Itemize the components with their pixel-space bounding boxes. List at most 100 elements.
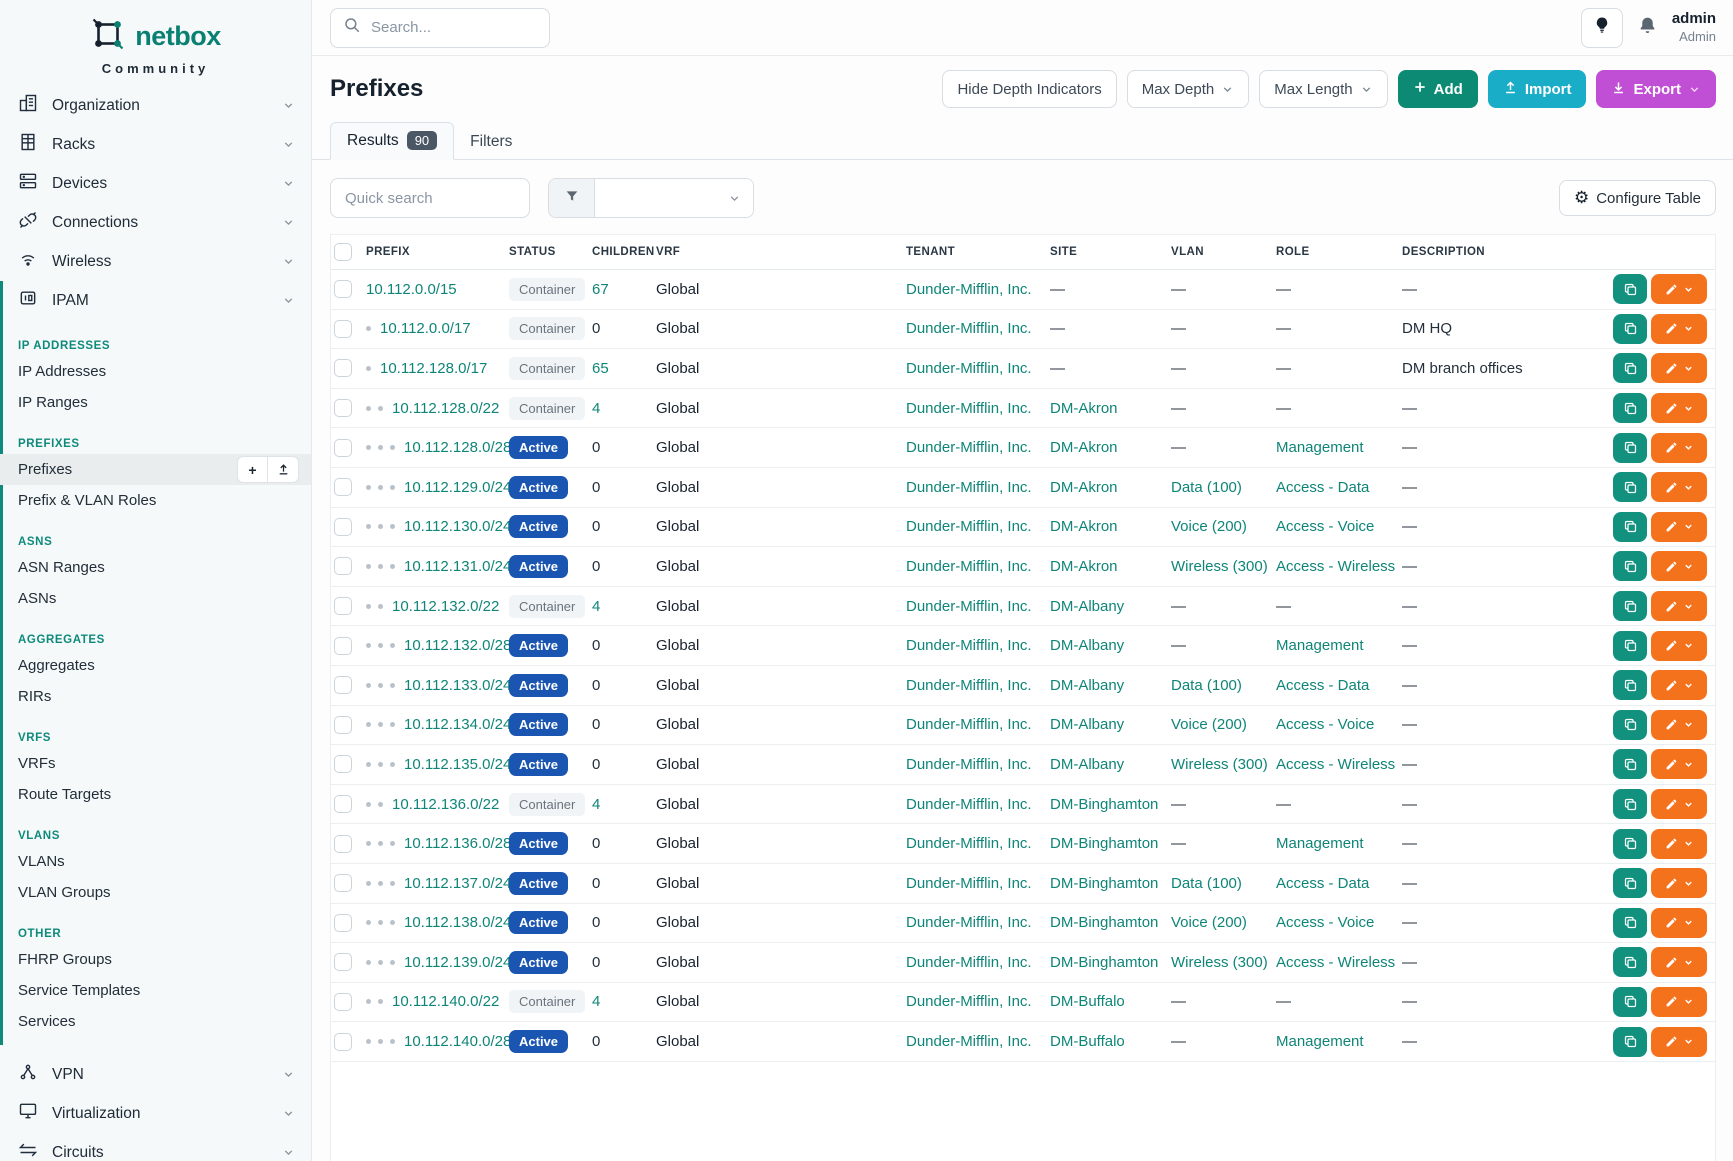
- tenant-link[interactable]: Dunder-Mifflin, Inc.: [906, 1033, 1032, 1050]
- row-checkbox[interactable]: [334, 518, 352, 536]
- vlan-link[interactable]: Voice (200): [1171, 716, 1247, 733]
- row-checkbox[interactable]: [334, 676, 352, 694]
- copy-button[interactable]: [1613, 591, 1647, 621]
- site-link[interactable]: DM-Albany: [1050, 637, 1124, 654]
- edit-button[interactable]: [1651, 314, 1707, 344]
- select-all-checkbox[interactable]: [334, 243, 352, 261]
- filter-select[interactable]: [595, 179, 753, 217]
- copy-button[interactable]: [1613, 1027, 1647, 1057]
- column-header-description[interactable]: DESCRIPTION: [1402, 246, 1599, 258]
- children-link[interactable]: 4: [592, 400, 600, 417]
- tenant-link[interactable]: Dunder-Mifflin, Inc.: [906, 796, 1032, 813]
- column-header-role[interactable]: ROLE: [1276, 246, 1402, 258]
- sidebar-item-asn-ranges[interactable]: ASN Ranges: [0, 552, 311, 583]
- site-link[interactable]: DM-Akron: [1050, 400, 1118, 417]
- tenant-link[interactable]: Dunder-Mifflin, Inc.: [906, 598, 1032, 615]
- theme-toggle-button[interactable]: [1581, 8, 1623, 48]
- copy-button[interactable]: [1613, 670, 1647, 700]
- children-link[interactable]: 4: [592, 993, 600, 1010]
- tenant-link[interactable]: Dunder-Mifflin, Inc.: [906, 360, 1032, 377]
- row-checkbox[interactable]: [334, 637, 352, 655]
- sidebar-item-prefix-vlan-roles[interactable]: Prefix & VLAN Roles: [0, 485, 311, 516]
- vlan-link[interactable]: Wireless (300): [1171, 558, 1268, 575]
- prefix-link[interactable]: 10.112.128.0/28: [404, 439, 511, 456]
- row-checkbox[interactable]: [334, 874, 352, 892]
- role-link[interactable]: Management: [1276, 1033, 1364, 1050]
- row-checkbox[interactable]: [334, 795, 352, 813]
- role-link[interactable]: Management: [1276, 835, 1364, 852]
- copy-button[interactable]: [1613, 631, 1647, 661]
- tenant-link[interactable]: Dunder-Mifflin, Inc.: [906, 716, 1032, 733]
- import-button[interactable]: Import: [1488, 70, 1587, 108]
- vlan-link[interactable]: Data (100): [1171, 875, 1242, 892]
- tenant-link[interactable]: Dunder-Mifflin, Inc.: [906, 993, 1032, 1010]
- edit-button[interactable]: [1651, 670, 1707, 700]
- site-link[interactable]: DM-Binghamton: [1050, 954, 1158, 971]
- user-menu[interactable]: admin Admin: [1672, 10, 1716, 45]
- configure-table-button[interactable]: ⚙ Configure Table: [1559, 180, 1716, 216]
- prefix-link[interactable]: 10.112.138.0/24: [404, 914, 511, 931]
- role-link[interactable]: Management: [1276, 439, 1364, 456]
- row-checkbox[interactable]: [334, 755, 352, 773]
- row-checkbox[interactable]: [334, 835, 352, 853]
- children-link[interactable]: 67: [592, 281, 609, 298]
- prefix-link[interactable]: 10.112.129.0/24: [404, 479, 511, 496]
- max-depth-dropdown[interactable]: Max Depth: [1127, 70, 1250, 108]
- copy-button[interactable]: [1613, 908, 1647, 938]
- search-input[interactable]: [371, 19, 570, 36]
- copy-button[interactable]: [1613, 393, 1647, 423]
- vlan-link[interactable]: Wireless (300): [1171, 954, 1268, 971]
- filter-button[interactable]: [549, 179, 595, 217]
- row-checkbox[interactable]: [334, 359, 352, 377]
- row-checkbox[interactable]: [334, 716, 352, 734]
- edit-button[interactable]: [1651, 631, 1707, 661]
- vlan-link[interactable]: Data (100): [1171, 677, 1242, 694]
- column-header-tenant[interactable]: TENANT: [906, 246, 1050, 258]
- tab-results[interactable]: Results 90: [330, 122, 454, 160]
- sidebar-item-prefixes[interactable]: Prefixes+: [0, 454, 311, 485]
- edit-button[interactable]: [1651, 1027, 1707, 1057]
- sidebar-item-fhrp-groups[interactable]: FHRP Groups: [0, 944, 311, 975]
- prefix-link[interactable]: 10.112.135.0/24: [404, 756, 511, 773]
- tenant-link[interactable]: Dunder-Mifflin, Inc.: [906, 875, 1032, 892]
- children-link[interactable]: 4: [592, 796, 600, 813]
- sidebar-item-circuits[interactable]: Circuits: [0, 1133, 311, 1161]
- site-link[interactable]: DM-Akron: [1050, 439, 1118, 456]
- tenant-link[interactable]: Dunder-Mifflin, Inc.: [906, 637, 1032, 654]
- role-link[interactable]: Access - Data: [1276, 875, 1369, 892]
- vlan-link[interactable]: Wireless (300): [1171, 756, 1268, 773]
- edit-button[interactable]: [1651, 987, 1707, 1017]
- row-checkbox[interactable]: [334, 280, 352, 298]
- edit-button[interactable]: [1651, 353, 1707, 383]
- edit-button[interactable]: [1651, 947, 1707, 977]
- sidebar-item-vrfs[interactable]: VRFs: [0, 748, 311, 779]
- row-checkbox[interactable]: [334, 1033, 352, 1051]
- prefix-link[interactable]: 10.112.140.0/22: [392, 993, 499, 1010]
- add-button[interactable]: Add: [1398, 70, 1478, 108]
- site-link[interactable]: DM-Buffalo: [1050, 993, 1125, 1010]
- row-checkbox[interactable]: [334, 953, 352, 971]
- sidebar-item-vpn[interactable]: VPN: [0, 1055, 311, 1094]
- tenant-link[interactable]: Dunder-Mifflin, Inc.: [906, 320, 1032, 337]
- edit-button[interactable]: [1651, 472, 1707, 502]
- quick-search-input[interactable]: [330, 178, 530, 218]
- prefix-link[interactable]: 10.112.136.0/22: [392, 796, 499, 813]
- role-link[interactable]: Access - Voice: [1276, 914, 1374, 931]
- role-link[interactable]: Access - Voice: [1276, 518, 1374, 535]
- copy-button[interactable]: [1613, 947, 1647, 977]
- tenant-link[interactable]: Dunder-Mifflin, Inc.: [906, 835, 1032, 852]
- copy-button[interactable]: [1613, 274, 1647, 304]
- tenant-link[interactable]: Dunder-Mifflin, Inc.: [906, 558, 1032, 575]
- site-link[interactable]: DM-Binghamton: [1050, 875, 1158, 892]
- column-header-status[interactable]: STATUS: [509, 246, 592, 258]
- sidebar-item-organization[interactable]: Organization: [0, 86, 311, 125]
- prefix-link[interactable]: 10.112.136.0/28: [404, 835, 511, 852]
- vlan-link[interactable]: Data (100): [1171, 479, 1242, 496]
- role-link[interactable]: Access - Voice: [1276, 716, 1374, 733]
- site-link[interactable]: DM-Albany: [1050, 716, 1124, 733]
- edit-button[interactable]: [1651, 908, 1707, 938]
- row-checkbox[interactable]: [334, 597, 352, 615]
- prefix-link[interactable]: 10.112.140.0/28: [404, 1033, 511, 1050]
- edit-button[interactable]: [1651, 512, 1707, 542]
- prefix-link[interactable]: 10.112.130.0/24: [404, 518, 511, 535]
